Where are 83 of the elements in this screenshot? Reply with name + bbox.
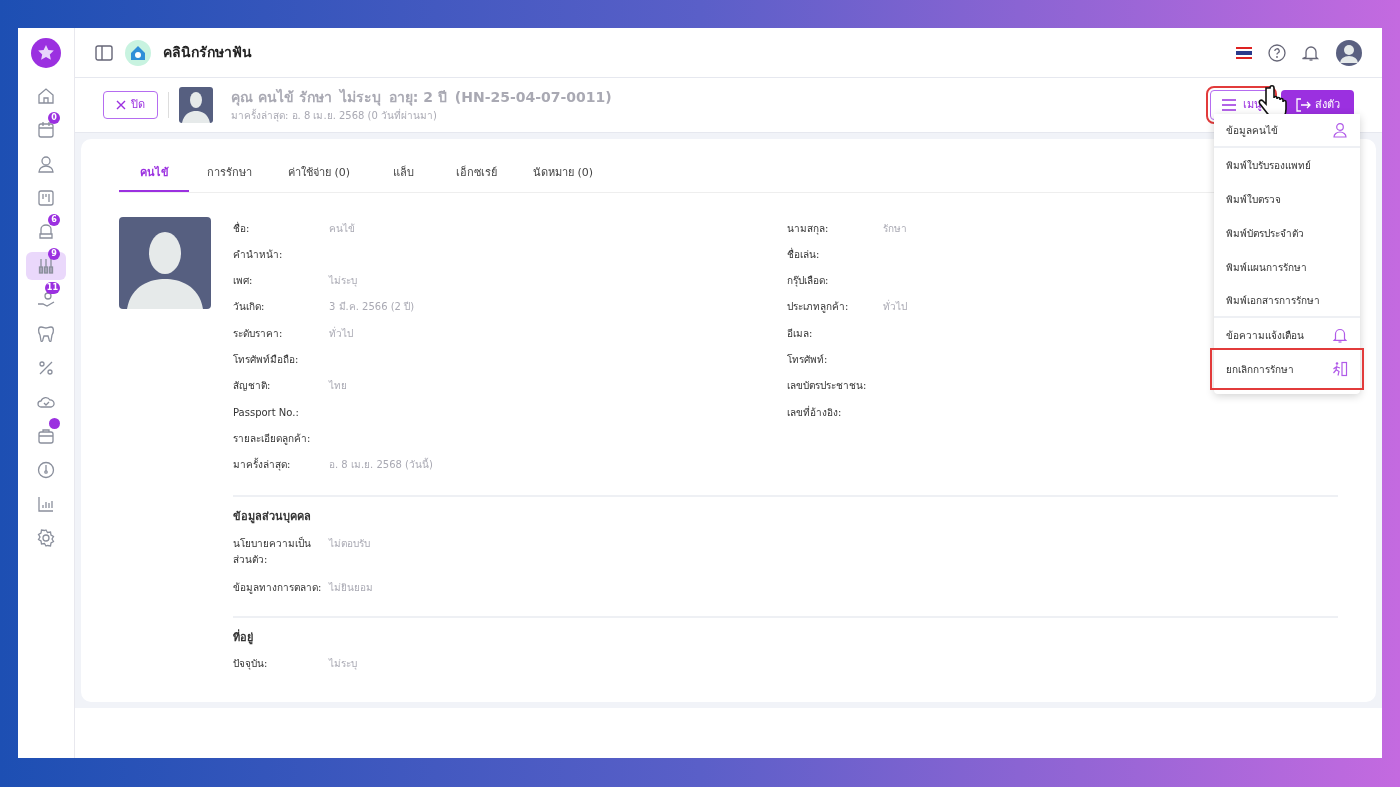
flag-icon[interactable] [1236, 46, 1252, 59]
patient-avatar [179, 87, 213, 123]
field-value: ไม่ตอบรับ [329, 536, 370, 551]
field-label: โทรศัพท์มือถือ: [233, 353, 300, 367]
home-icon [36, 86, 56, 106]
help-icon[interactable] [1268, 43, 1286, 62]
field-label: โทรศัพท์: [787, 353, 829, 367]
field-label: Passport No.: [233, 405, 300, 420]
field-label: ประเภทลูกค้า: [787, 300, 850, 315]
field-label: อีเมล: [787, 326, 814, 341]
field-value: 3 มี.ค. 2566 (2 ปี) [329, 300, 415, 315]
field-label: เลขบัตรประชาชน: [787, 379, 868, 394]
count-badge: 11 [44, 282, 60, 294]
bar-chart-icon [36, 494, 56, 514]
dental-tools-icon [36, 256, 56, 276]
menu-item[interactable]: พิมพ์เอกสารการรักษา [1214, 284, 1360, 318]
section-title: ที่อยู่ [233, 629, 254, 647]
bell-icon [1332, 327, 1348, 343]
menu-item[interactable]: พิมพ์ใบตรวจ [1214, 182, 1360, 216]
section-title: ข้อมูลส่วนบุคคล [233, 509, 312, 526]
menu-item[interactable]: พิมพ์ใบรับรองแพทย์ [1214, 148, 1360, 182]
field-label: นามสกุล: [787, 221, 830, 236]
patient-age: อายุ: 2 ปี [388, 88, 447, 108]
clinic-logo-icon [125, 39, 151, 66]
menu-item[interactable]: ข้อมูลคนไข้ [1214, 114, 1360, 148]
field-label: คำนำหน้า: [233, 247, 284, 262]
calendar-icon [36, 120, 56, 140]
tab[interactable]: คนไข้ [119, 157, 189, 192]
field-label: นโยบายความเป็นส่วนตัว: [233, 535, 312, 567]
menu-icon [1221, 99, 1237, 111]
field-label: วันเกิด: [233, 300, 266, 315]
gauge-icon [36, 460, 56, 480]
close-icon [116, 99, 126, 110]
field-label: ปัจจุบัน: [233, 657, 269, 672]
clinic-name: คลินิกรักษาฟัน [163, 43, 252, 62]
count-badge: 6 [48, 214, 60, 226]
field-label: สัญชาติ: [233, 379, 272, 394]
field-label: กรุ๊ปเลือด: [787, 274, 830, 289]
field-label: มาครั้งล่าสุด: [233, 457, 292, 473]
field-value: ทั่วไป [883, 299, 907, 315]
menu-item[interactable]: พิมพ์บัตรประจำตัว [1214, 216, 1360, 250]
patient-gender: ไม่ระบุ [339, 88, 381, 108]
tab[interactable]: การรักษา [189, 157, 270, 192]
field-value: คนไข้ [329, 221, 355, 236]
count-badge: 9 [48, 248, 60, 260]
field-label: ระดับราคา: [233, 326, 284, 341]
field-value: ไม่ยินยอม [329, 580, 373, 595]
tab[interactable]: แล็บ [368, 157, 439, 192]
user-avatar[interactable] [1336, 39, 1362, 66]
settings-icon [36, 528, 56, 548]
field-value: อ. 8 เม.ย. 2568 (วันนี้) [329, 457, 433, 473]
exit-door-icon [1332, 361, 1348, 377]
notification-icon[interactable] [1302, 43, 1320, 62]
tab[interactable]: นัดหมาย (0) [515, 157, 612, 192]
menu-item[interactable]: พิมพ์แผนการรักษา [1214, 250, 1360, 284]
patient-name: คุณ คนไข้ รักษา [231, 88, 332, 108]
field-value: ไม่ระบุ [329, 657, 357, 672]
tooth-icon [36, 324, 56, 344]
app-logo[interactable] [31, 38, 61, 68]
percent-icon [36, 358, 56, 378]
menu-item[interactable]: ข้อความแจ้งเตือน [1214, 318, 1360, 352]
tab[interactable]: เอ็กซเรย์ [438, 157, 516, 192]
count-badge: 0 [48, 112, 60, 124]
person-icon [36, 154, 56, 174]
field-value: ทั่วไป [329, 325, 353, 341]
field-label: ข้อมูลทางการตลาด: [233, 580, 323, 596]
field-label: ชื่อ: [233, 220, 251, 236]
field-label: เพศ: [233, 274, 254, 289]
board-icon [36, 188, 56, 208]
field-value: ไทย [329, 379, 347, 394]
sign-out-icon [1295, 98, 1311, 112]
box-icon [36, 426, 56, 446]
person-icon [1332, 122, 1348, 138]
field-label: รายละเอียดลูกค้า: [233, 431, 312, 446]
patient-hn: (HN-25-04-07-0011) [454, 88, 612, 107]
sidebar-toggle-icon[interactable] [95, 44, 113, 61]
field-value: ไม่ระบุ [329, 274, 357, 289]
field-label: ชื่อเล่น: [787, 246, 821, 262]
close-button[interactable]: ปิด [103, 90, 158, 120]
field-value: รักษา [883, 221, 907, 236]
field-label: เลขที่อ้างอิง: [787, 404, 843, 420]
tab[interactable]: ค่าใช้จ่าย (0) [270, 157, 369, 192]
last-visit-text: มาครั้งล่าสุด: อ. 8 เม.ย. 2568 (0 วันที่ผ่านมา) [231, 108, 438, 123]
